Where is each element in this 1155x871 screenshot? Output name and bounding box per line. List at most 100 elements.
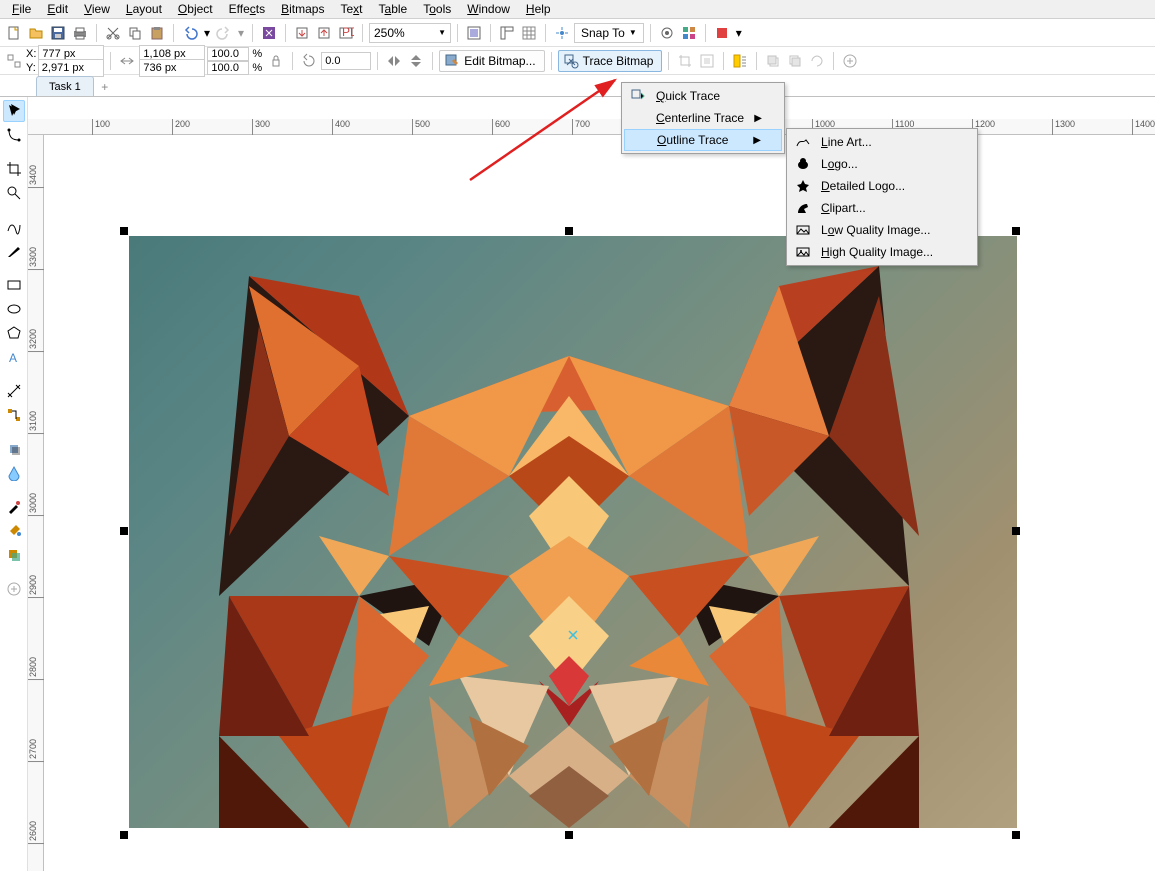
snap-toggle-button[interactable] — [552, 23, 572, 43]
redo-button[interactable] — [214, 23, 234, 43]
import-button[interactable] — [292, 23, 312, 43]
smart-fill-tool[interactable] — [3, 544, 25, 566]
shape-tool[interactable] — [3, 124, 25, 146]
search-button[interactable] — [259, 23, 279, 43]
edit-bitmap-button[interactable]: Edit Bitmap... — [439, 50, 544, 72]
menu-clipart[interactable]: Clipart... — [789, 197, 975, 219]
menu-help[interactable]: Help — [518, 0, 559, 18]
menu-outline-trace[interactable]: Outline Trace ▶ — [624, 129, 782, 151]
canvas[interactable] — [44, 135, 1155, 871]
menu-bitmaps[interactable]: Bitmaps — [273, 0, 332, 18]
convert-button[interactable] — [807, 51, 827, 71]
grid-button[interactable] — [519, 23, 539, 43]
menu-view[interactable]: View — [76, 0, 118, 18]
new-button[interactable] — [4, 23, 24, 43]
redo-dropdown[interactable]: ▾ — [236, 23, 246, 43]
quick-customize-button[interactable] — [3, 578, 25, 600]
save-button[interactable] — [48, 23, 68, 43]
menu-logo[interactable]: Logo... — [789, 153, 975, 175]
low-quality-icon — [793, 222, 813, 238]
scale-y-input[interactable]: 100.0 — [207, 61, 249, 75]
vertical-ruler[interactable]: 340033003200310030002900280027002600 — [28, 135, 44, 871]
mirror-horizontal-button[interactable] — [384, 51, 404, 71]
menu-tools[interactable]: Tools — [415, 0, 459, 18]
freehand-tool[interactable] — [3, 216, 25, 238]
scale-x-input[interactable]: 100.0 — [207, 47, 249, 61]
selection-handle-ml[interactable] — [120, 527, 128, 535]
copy-button[interactable] — [125, 23, 145, 43]
parallel-dimension-tool[interactable] — [3, 380, 25, 402]
cut-button[interactable] — [103, 23, 123, 43]
menu-low-quality[interactable]: Low Quality Image... — [789, 219, 975, 241]
separator — [432, 52, 433, 70]
menu-layout[interactable]: Layout — [118, 0, 170, 18]
add-preset-button[interactable] — [840, 51, 860, 71]
menu-text[interactable]: Text — [332, 0, 370, 18]
menu-object[interactable]: Object — [170, 0, 221, 18]
launcher-button[interactable] — [679, 23, 699, 43]
paste-button[interactable] — [147, 23, 167, 43]
selected-bitmap[interactable] — [129, 236, 1017, 828]
menu-table[interactable]: Table — [371, 0, 416, 18]
ellipse-tool[interactable] — [3, 298, 25, 320]
zoom-tool[interactable] — [3, 182, 25, 204]
selection-handle-mr[interactable] — [1012, 527, 1020, 535]
menu-quick-trace[interactable]: Quick Trace — [624, 85, 782, 107]
zoom-level-combo[interactable]: 250%▼ — [369, 23, 451, 43]
menu-centerline-trace[interactable]: Centerline Trace ▶ — [624, 107, 782, 129]
wrap-text-button[interactable] — [730, 51, 750, 71]
crop-button[interactable] — [675, 51, 695, 71]
open-button[interactable] — [26, 23, 46, 43]
selection-handle-bl[interactable] — [120, 831, 128, 839]
rotation-input[interactable]: 0.0 — [321, 52, 371, 70]
selection-handle-tm[interactable] — [565, 227, 573, 235]
horizontal-ruler[interactable]: 1002003004005006007008009001000110012001… — [28, 119, 1155, 135]
trace-bitmap-button[interactable]: Trace Bitmap — [558, 50, 663, 72]
submenu-arrow-icon: ▶ — [754, 113, 762, 124]
menu-window[interactable]: Window — [459, 0, 518, 18]
separator — [668, 52, 669, 70]
publish-button[interactable]: PDF — [336, 23, 356, 43]
mirror-vertical-button[interactable] — [406, 51, 426, 71]
y-position-input[interactable]: 2,971 px — [38, 59, 104, 77]
lock-ratio-button[interactable] — [266, 51, 286, 71]
selection-handle-bm[interactable] — [565, 831, 573, 839]
selection-handle-tl[interactable] — [120, 227, 128, 235]
menu-edit[interactable]: Edit — [39, 0, 76, 18]
crop-tool[interactable] — [3, 158, 25, 180]
menu-file[interactable]: File — [4, 0, 39, 18]
selection-handle-tr[interactable] — [1012, 227, 1020, 235]
undo-button[interactable] — [180, 23, 200, 43]
order-front-button[interactable] — [763, 51, 783, 71]
snap-to-dropdown[interactable]: Snap To▼ — [574, 23, 644, 43]
interactive-fill-tool[interactable] — [3, 520, 25, 542]
resample-button[interactable] — [697, 51, 717, 71]
fullscreen-button[interactable] — [464, 23, 484, 43]
connector-tool[interactable] — [3, 404, 25, 426]
order-back-button[interactable] — [785, 51, 805, 71]
menu-detailed-logo[interactable]: Detailed Logo... — [789, 175, 975, 197]
menu-high-quality[interactable]: High Quality Image... — [789, 241, 975, 263]
app-dropdown[interactable]: ▾ — [734, 23, 744, 43]
menu-effects[interactable]: Effects — [221, 0, 273, 18]
pick-cursor-icon[interactable] — [6, 100, 26, 120]
drop-shadow-tool[interactable] — [3, 438, 25, 460]
separator — [756, 52, 757, 70]
undo-dropdown[interactable]: ▾ — [202, 23, 212, 43]
rectangle-tool[interactable] — [3, 274, 25, 296]
height-input[interactable]: 736 px — [139, 59, 205, 77]
print-button[interactable] — [70, 23, 90, 43]
app-launcher-button[interactable] — [712, 23, 732, 43]
rulers-button[interactable] — [497, 23, 517, 43]
export-button[interactable] — [314, 23, 334, 43]
new-tab-button[interactable]: + — [96, 78, 114, 96]
transparency-tool[interactable] — [3, 462, 25, 484]
text-tool[interactable]: A — [3, 346, 25, 368]
polygon-tool[interactable] — [3, 322, 25, 344]
eyedropper-tool[interactable] — [3, 496, 25, 518]
selection-handle-br[interactable] — [1012, 831, 1020, 839]
menu-line-art[interactable]: Line Art... — [789, 131, 975, 153]
artistic-media-tool[interactable] — [3, 240, 25, 262]
options-button[interactable] — [657, 23, 677, 43]
tab-task1[interactable]: Task 1 — [36, 76, 94, 96]
